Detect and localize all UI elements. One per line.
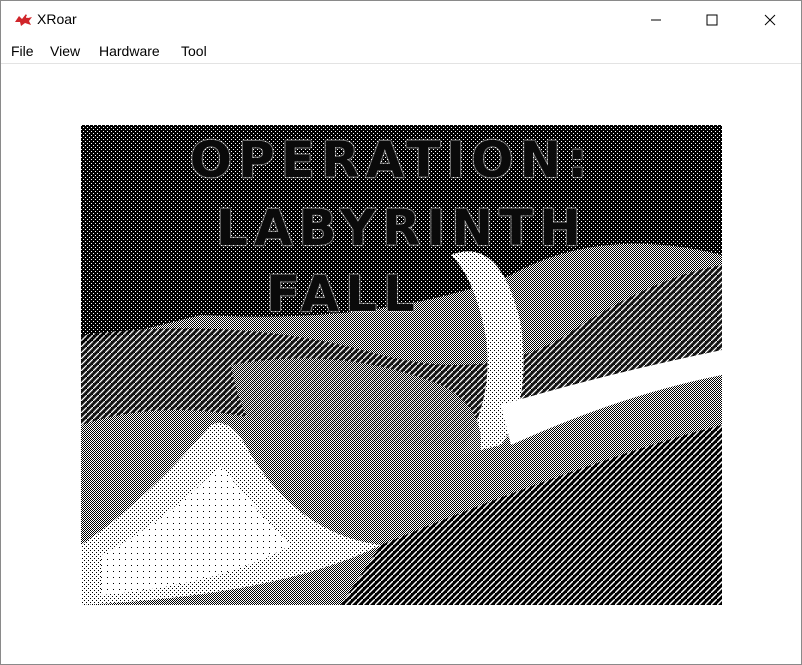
menu-view[interactable]: View (50, 43, 80, 59)
maximize-icon (706, 14, 718, 26)
maximize-button[interactable] (689, 1, 735, 39)
menu-tool[interactable]: Tool (181, 43, 207, 59)
game-title-line-3: FALL (266, 265, 421, 323)
minimize-button[interactable] (633, 1, 679, 39)
app-window: XRoar File View Hardware Tool OPERATION:… (0, 0, 802, 665)
game-title-line-1: OPERATION: (189, 131, 594, 189)
menu-bar: File View Hardware Tool (1, 39, 801, 64)
close-button[interactable] (747, 1, 793, 39)
title-bar[interactable]: XRoar (1, 1, 801, 39)
game-title-line-2: LABYRINTH (215, 199, 588, 257)
minimize-icon (651, 19, 661, 21)
window-title: XRoar (37, 11, 77, 27)
dragon-icon (13, 12, 33, 28)
close-icon (764, 14, 776, 26)
menu-hardware[interactable]: Hardware (99, 43, 160, 59)
emulator-screen[interactable]: OPERATION: LABYRINTH FALL (81, 125, 722, 605)
dithered-landscape-image (81, 125, 722, 605)
menu-file[interactable]: File (11, 43, 34, 59)
